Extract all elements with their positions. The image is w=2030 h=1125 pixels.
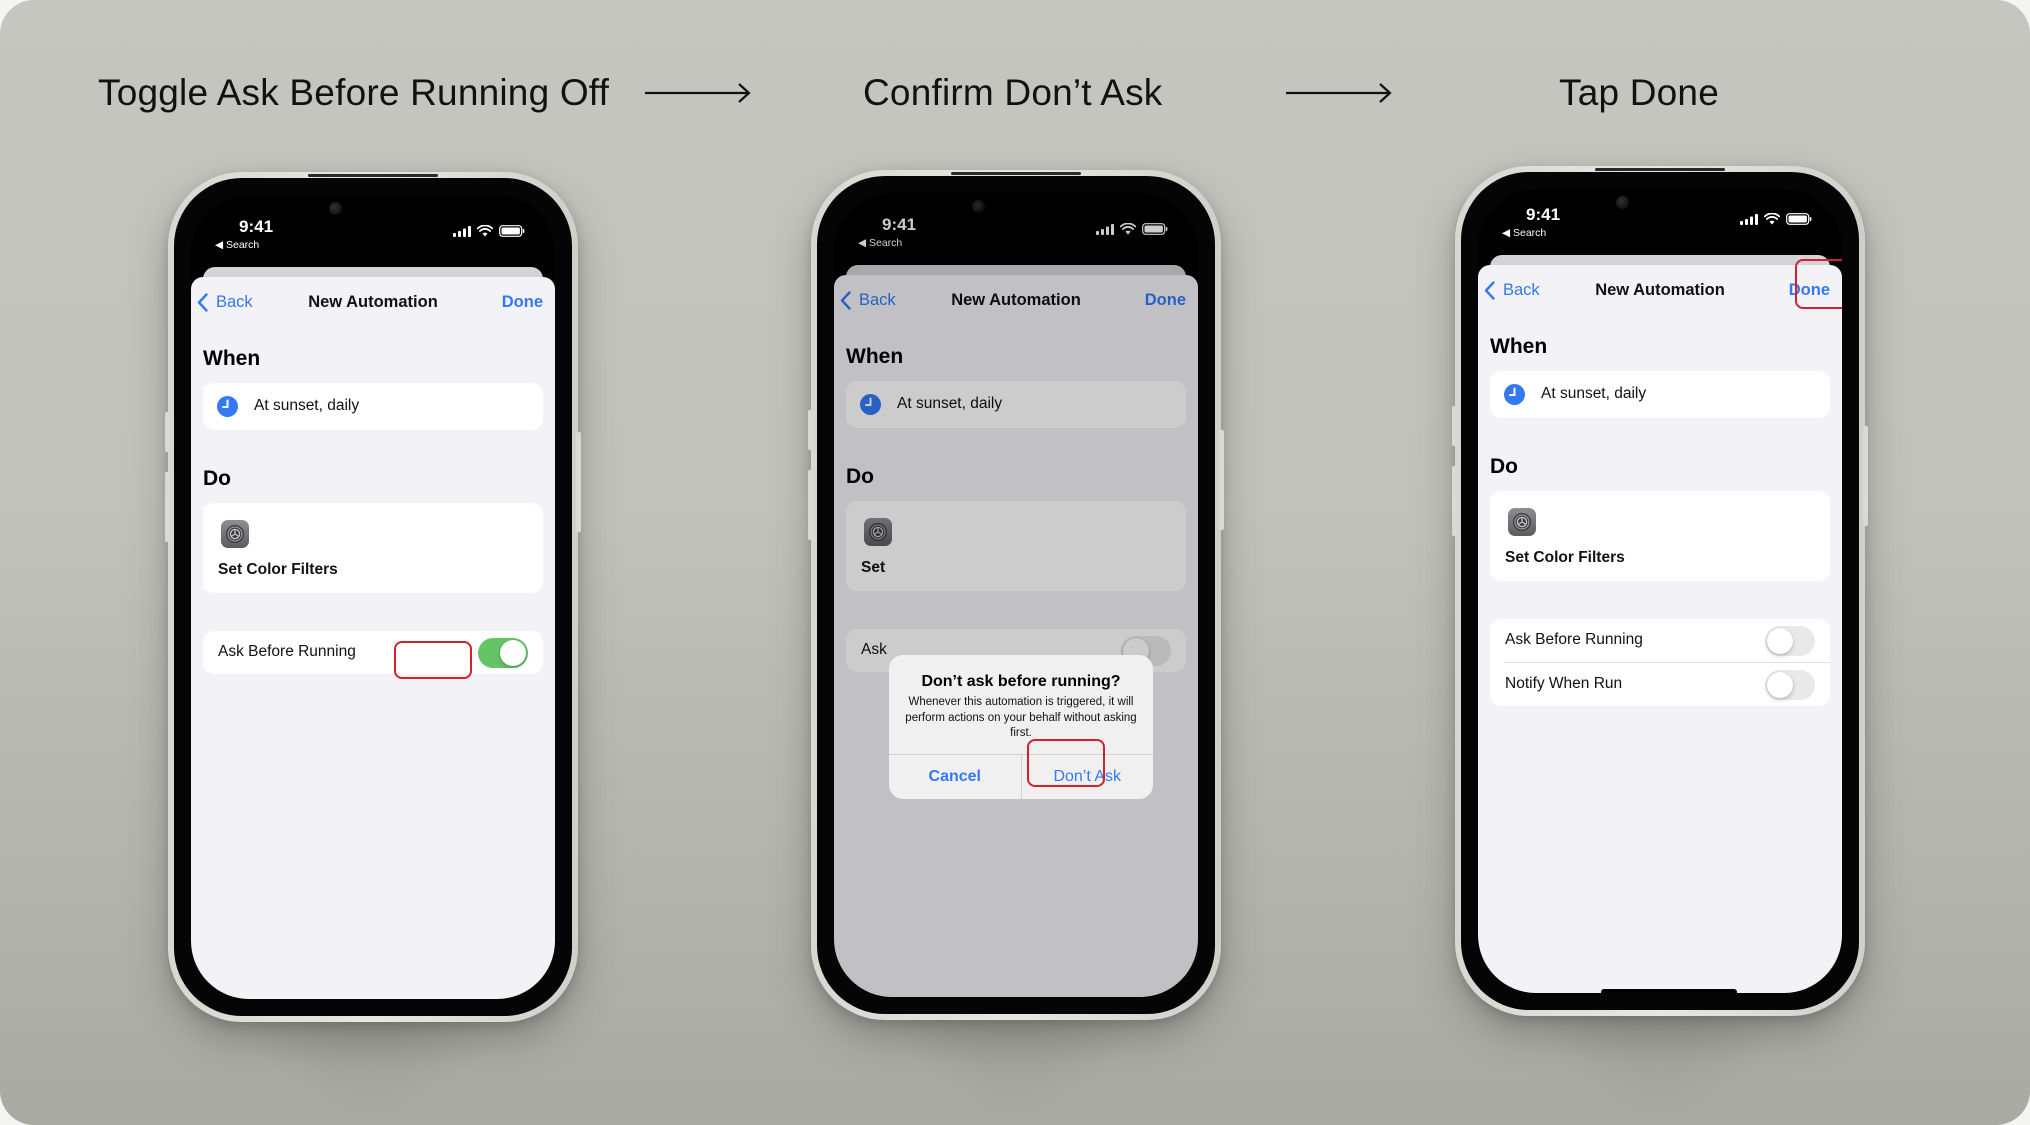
trigger-row[interactable]: At sunset, daily xyxy=(1490,371,1830,418)
automation-sheet: Back New Automation Done When At sunset,… xyxy=(191,277,555,999)
settings-icon xyxy=(1508,508,1536,536)
trigger-row[interactable]: At sunset, daily xyxy=(203,383,543,430)
back-to-app-link[interactable]: ◀ Search xyxy=(215,239,259,251)
nav-bar: Back New Automation Done xyxy=(1478,265,1842,319)
step-3-title: Tap Done xyxy=(1559,72,1719,113)
ask-before-running-label: Ask Before Running xyxy=(1505,631,1643,648)
back-button[interactable]: Back xyxy=(1484,281,1540,300)
clock-icon xyxy=(1504,384,1525,405)
arrow-right-icon xyxy=(645,80,753,106)
alert-title: Don’t ask before running? xyxy=(921,673,1121,690)
do-heading: Do xyxy=(1490,455,1518,478)
volume-button xyxy=(808,410,813,450)
dont-ask-button[interactable]: Don’t Ask xyxy=(1020,754,1154,799)
do-heading: Do xyxy=(203,467,231,490)
arrow-right-icon xyxy=(1286,80,1394,106)
status-time: 9:41 xyxy=(239,217,274,236)
modal-dim-overlay xyxy=(834,193,1198,997)
volume-button xyxy=(165,412,170,452)
action-card[interactable]: Set Color Filters xyxy=(203,503,543,593)
notify-when-run-row: Notify When Run xyxy=(1505,662,1830,706)
wifi-icon xyxy=(1764,213,1780,225)
notch xyxy=(1600,189,1752,219)
action-name: Set Color Filters xyxy=(1505,549,1625,566)
status-time: 9:41 xyxy=(1526,205,1561,224)
ask-before-running-label: Ask Before Running xyxy=(218,643,356,660)
ask-before-running-row: Ask Before Running xyxy=(203,631,543,674)
screen: 9:41 ◀ Search Back New Automation Done W… xyxy=(834,193,1198,997)
action-name: Set Color Filters xyxy=(218,561,338,578)
speaker xyxy=(951,172,1081,175)
back-triangle-icon: ◀ xyxy=(1502,227,1513,239)
screen: 9:41 ◀ Search Back New Automation Done W… xyxy=(191,195,555,999)
screen: 9:41 ◀ Search Back New Automation Done W… xyxy=(1478,189,1842,993)
volume-button xyxy=(165,472,170,542)
camera-icon xyxy=(329,202,342,215)
power-button xyxy=(576,432,581,532)
notify-when-run-label: Notify When Run xyxy=(1505,675,1623,692)
phone-step-2: 9:41 ◀ Search Back New Automation Done W… xyxy=(808,170,1224,1020)
phone-step-3: 9:41 ◀ Search Back New Automation Done W… xyxy=(1452,166,1868,1016)
volume-button xyxy=(808,470,813,540)
settings-icon xyxy=(221,520,249,548)
signal-icon xyxy=(453,225,471,237)
back-button[interactable]: Back xyxy=(197,293,253,312)
battery-icon xyxy=(1786,213,1812,225)
tutorial-canvas: Toggle Ask Before Running Off Confirm Do… xyxy=(0,0,2030,1125)
speaker xyxy=(1595,168,1725,171)
phone-step-1: 9:41 ◀ Search Back New Automation Done W… xyxy=(165,172,581,1022)
cancel-button[interactable]: Cancel xyxy=(889,755,1021,799)
step-1-title: Toggle Ask Before Running Off xyxy=(98,72,610,113)
alert-message: Whenever this automation is triggered, i… xyxy=(905,696,1137,739)
automation-sheet: Back New Automation Done When At sunset,… xyxy=(1478,265,1842,993)
power-button xyxy=(1863,426,1868,526)
step-2-title: Confirm Don’t Ask xyxy=(863,72,1163,113)
done-button[interactable]: Done xyxy=(502,293,543,312)
notify-when-run-toggle[interactable] xyxy=(1765,670,1815,700)
done-button[interactable]: Done xyxy=(1789,281,1830,300)
ask-before-running-toggle[interactable] xyxy=(478,638,528,668)
when-heading: When xyxy=(1490,335,1548,358)
options-card: Ask Before Running Notify When Run xyxy=(1490,619,1830,706)
back-triangle-icon: ◀ xyxy=(215,239,226,251)
signal-icon xyxy=(1740,213,1758,225)
ask-before-running-toggle[interactable] xyxy=(1765,626,1815,656)
volume-button xyxy=(1452,466,1457,536)
trigger-text: At sunset, daily xyxy=(1541,385,1647,402)
nav-bar: Back New Automation Done xyxy=(191,277,555,331)
chevron-left-icon xyxy=(1484,281,1495,300)
when-heading: When xyxy=(203,347,261,370)
notch xyxy=(313,195,465,225)
back-to-app-link[interactable]: ◀ Search xyxy=(1502,227,1546,239)
home-indicator xyxy=(1601,989,1737,993)
action-card[interactable]: Set Color Filters xyxy=(1490,491,1830,581)
clock-icon xyxy=(217,396,238,417)
trigger-text: At sunset, daily xyxy=(254,397,360,414)
camera-icon xyxy=(1616,196,1629,209)
volume-button xyxy=(1452,406,1457,446)
battery-icon xyxy=(499,225,525,237)
speaker xyxy=(308,174,438,177)
ask-before-running-row: Ask Before Running xyxy=(1490,619,1830,662)
wifi-icon xyxy=(477,225,493,237)
power-button xyxy=(1219,430,1224,530)
options-card: Ask Before Running xyxy=(203,631,543,674)
confirm-alert: Don’t ask before running? Whenever this … xyxy=(889,655,1153,799)
chevron-left-icon xyxy=(197,293,208,312)
